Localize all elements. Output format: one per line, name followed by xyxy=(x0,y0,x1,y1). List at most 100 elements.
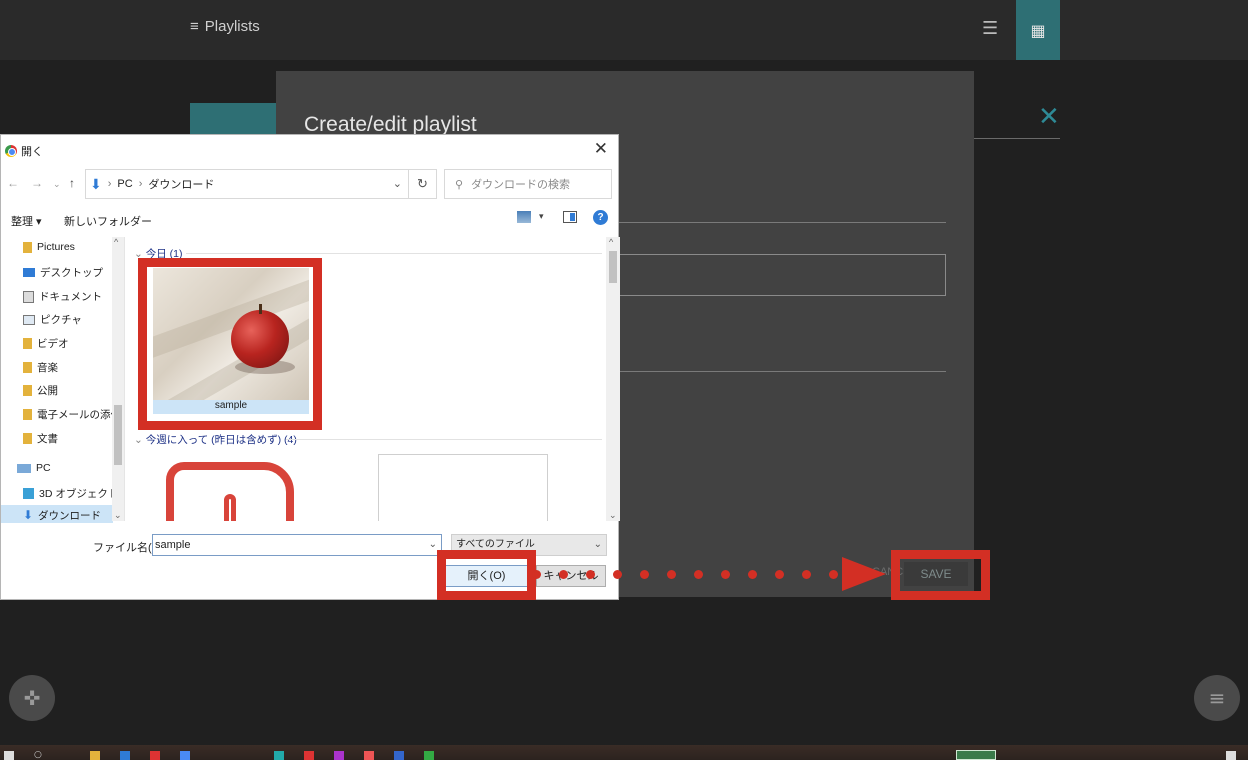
preview-pane-icon[interactable] xyxy=(563,211,577,223)
annotation-dot xyxy=(586,570,595,579)
annotation-arrow xyxy=(842,557,886,591)
address-bar[interactable]: ⬇ › PC › ダウンロード ⌄ xyxy=(85,169,409,199)
grid-view-button[interactable]: ▦ xyxy=(1016,0,1060,60)
pc-icon xyxy=(17,463,31,473)
annotation-dot xyxy=(532,570,541,579)
dialog-title: 開く xyxy=(21,146,43,158)
playlists-label: Playlists xyxy=(204,18,260,35)
sidebar-item-pictures[interactable]: Pictures xyxy=(23,241,75,253)
taskbar-app-icon[interactable] xyxy=(334,751,344,760)
cancel-button[interactable]: キャンセル xyxy=(536,565,606,587)
modal-divider xyxy=(616,371,946,372)
annotation-dot xyxy=(721,570,730,579)
sidebar-item-pictures-ja[interactable]: ピクチャ xyxy=(23,312,82,327)
taskbar-app-icon[interactable] xyxy=(424,751,434,760)
up-icon[interactable]: ↑ xyxy=(69,176,75,190)
modal-divider xyxy=(616,222,946,223)
folder-icon xyxy=(23,362,32,373)
scroll-down-icon[interactable]: ⌄ xyxy=(114,510,122,521)
dialog-close-icon[interactable]: ✕ xyxy=(594,139,608,159)
grid-icon: ▦ xyxy=(1030,20,1046,40)
sidebar-item-desktop[interactable]: デスクトップ xyxy=(23,265,103,280)
help-icon[interactable]: ? xyxy=(593,210,608,225)
close-icon[interactable]: ✕ xyxy=(1038,102,1060,132)
scroll-up-icon[interactable]: ^ xyxy=(114,237,118,247)
annotation-box-open xyxy=(437,550,536,600)
annotation-dot xyxy=(559,570,568,579)
picture-icon xyxy=(23,314,35,325)
explorer-icon[interactable] xyxy=(90,751,100,760)
taskbar-app-icon[interactable] xyxy=(274,751,284,760)
menu-button[interactable]: ≡ xyxy=(1194,675,1240,721)
windows-taskbar: ○ xyxy=(0,745,1248,760)
annotation-dot xyxy=(802,570,811,579)
app-top-bar: ≡ Playlists ☰ ▦ xyxy=(0,0,1248,60)
recent-dropdown-icon[interactable]: ⌄ xyxy=(53,179,61,190)
dialog-titlebar: 開く xyxy=(5,143,43,159)
view-dropdown-icon[interactable]: ▾ xyxy=(539,211,544,222)
system-tray-badge[interactable] xyxy=(956,750,996,760)
tag-icon xyxy=(224,494,236,521)
folder-icon xyxy=(23,241,32,253)
list-view-icon[interactable]: ☰ xyxy=(982,18,998,39)
taskbar-app-icon[interactable] xyxy=(180,751,190,760)
gamepad-icon: ✜ xyxy=(23,686,41,710)
playlists-nav[interactable]: ≡ Playlists xyxy=(190,18,260,35)
group-divider xyxy=(186,253,602,254)
search-icon: ⚲ xyxy=(455,178,464,191)
breadcrumb-downloads[interactable]: ダウンロード xyxy=(148,176,214,192)
sidebar-item-public[interactable]: 公開 xyxy=(23,383,58,398)
sidebar-item-pc[interactable]: PC xyxy=(17,462,51,474)
scrollbar-thumb[interactable] xyxy=(609,251,617,283)
chrome-icon[interactable] xyxy=(364,751,374,760)
chrome-icon[interactable] xyxy=(150,751,160,760)
scroll-down-icon[interactable]: ⌄ xyxy=(609,510,617,521)
search-icon[interactable]: ○ xyxy=(34,751,44,760)
file-list: ⌄ 今日 (1) sample ⌄ 今週に入って (昨日は含めず) (4) ^ … xyxy=(126,237,620,521)
chevron-down-icon[interactable]: ⌄ xyxy=(393,177,402,190)
file-item-blank[interactable] xyxy=(378,454,548,521)
taskbar-app-icon[interactable] xyxy=(394,751,404,760)
file-name-input[interactable]: sample ⌄ xyxy=(152,534,442,556)
taskbar-app-icon[interactable] xyxy=(120,751,130,760)
sidebar-item-videos[interactable]: ビデオ xyxy=(23,336,69,351)
sidebar-item-documents[interactable]: ドキュメント xyxy=(23,289,102,304)
scroll-up-icon[interactable]: ^ xyxy=(609,237,613,247)
dialog-toolbar: 整理 ▾ 新しいフォルダー ▾ ? xyxy=(1,205,618,233)
back-icon[interactable]: ← xyxy=(7,176,19,190)
gamepad-button[interactable]: ✜ xyxy=(9,675,55,721)
sidebar-item-downloads[interactable]: ⬇ ダウンロード xyxy=(23,508,101,523)
new-folder-button[interactable]: 新しいフォルダー xyxy=(64,213,152,229)
annotation-dot xyxy=(613,570,622,579)
refresh-icon[interactable]: ↻ xyxy=(409,169,437,199)
search-placeholder: ダウンロードの検索 xyxy=(471,179,571,191)
file-list-scrollbar[interactable]: ^ ⌄ xyxy=(606,237,620,521)
group-header-this-week[interactable]: ⌄ 今週に入って (昨日は含めず) (4) xyxy=(134,432,297,447)
chevron-down-icon[interactable]: ⌄ xyxy=(429,535,437,555)
notification-icon[interactable] xyxy=(1226,751,1236,760)
scrollbar-thumb[interactable] xyxy=(114,405,122,465)
folder-icon xyxy=(23,433,32,444)
annotation-dot xyxy=(775,570,784,579)
annotation-dot xyxy=(667,570,676,579)
start-icon[interactable] xyxy=(4,751,14,760)
annotation-box-save xyxy=(891,550,990,600)
forward-icon[interactable]: → xyxy=(31,176,43,190)
file-open-dialog: 開く ✕ ← → ⌄ ↑ ⬇ › PC › ダウンロード ⌄ ↻ ⚲ ダウンロー… xyxy=(0,134,620,600)
organize-menu[interactable]: 整理 ▾ xyxy=(11,213,42,229)
folder-icon xyxy=(23,385,32,396)
playlist-name-field[interactable] xyxy=(616,254,946,296)
file-item-tag[interactable] xyxy=(166,462,294,521)
sidebar-item-3d-objects[interactable]: 3D オブジェクト xyxy=(23,486,118,501)
breadcrumb-pc[interactable]: PC xyxy=(117,178,132,190)
sidebar-item-bunsho[interactable]: 文書 xyxy=(23,431,58,446)
sidebar-item-music[interactable]: 音楽 xyxy=(23,360,58,375)
annotation-dot xyxy=(640,570,649,579)
annotation-dot xyxy=(829,570,838,579)
chevron-down-icon: ⌄ xyxy=(593,539,602,550)
search-input[interactable]: ⚲ ダウンロードの検索 xyxy=(444,169,612,199)
sidebar-item-email-attachments[interactable]: 電子メールの添付 xyxy=(23,407,121,422)
view-options-icon[interactable] xyxy=(517,211,531,223)
taskbar-app-icon[interactable] xyxy=(304,751,314,760)
sidebar-scrollbar[interactable]: ^ ⌄ xyxy=(112,237,124,521)
